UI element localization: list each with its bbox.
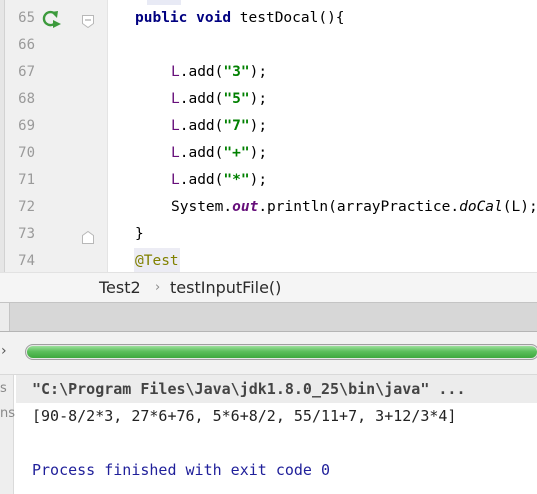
panel-splitter[interactable] (0, 302, 537, 332)
code-line-69[interactable]: 69 L.add("7"); (0, 113, 537, 140)
breadcrumb-method[interactable]: testInputFile() (170, 273, 281, 303)
breadcrumb-class[interactable]: Test2 (99, 273, 141, 303)
line-number: 67 (18, 64, 35, 80)
fold-end-icon[interactable] (82, 229, 94, 244)
run-console[interactable]: s ns "C:\Program Files\Java\jdk1.8.0_25\… (0, 375, 537, 494)
code-line-65[interactable]: 65 public void testDocal(){ (0, 5, 537, 32)
line-number: 73 (18, 226, 35, 242)
test-progress-fill (27, 346, 537, 358)
line-number: 65 (18, 10, 35, 26)
run-test-icon[interactable] (40, 10, 62, 28)
code-line-66[interactable]: 66 (0, 32, 537, 59)
console-exit-message: Process finished with exit code 0 (32, 461, 331, 479)
code-text: @Test (135, 253, 179, 269)
code-text: L.add("3"); (171, 64, 268, 80)
code-line-73[interactable]: 73 } (0, 221, 537, 248)
code-text: L.add("5"); (171, 91, 268, 107)
test-progress-bar (25, 344, 537, 360)
console-command-line[interactable]: "C:\Program Files\Java\jdk1.8.0_25\bin\j… (32, 376, 465, 402)
splitter-notch (0, 303, 10, 331)
line-number: 70 (18, 145, 35, 161)
code-text: L.add("+"); (171, 145, 268, 161)
breadcrumb: Test2 › testInputFile() (0, 272, 537, 303)
line-number: 72 (18, 199, 35, 215)
strip-label: s (0, 381, 7, 396)
line-number: 66 (18, 37, 35, 53)
line-number: 68 (18, 91, 35, 107)
code-line-74[interactable]: 74 @Test (0, 248, 537, 272)
code-text: public void testDocal(){ (135, 10, 345, 26)
line-number: 74 (18, 253, 35, 269)
code-line-71[interactable]: 71 L.add("*"); (0, 167, 537, 194)
code-text: System.out.println(arrayPractice.doCal(L… (171, 199, 537, 215)
code-line-67[interactable]: 67 L.add("3"); (0, 59, 537, 86)
expand-tree-icon[interactable]: › (1, 343, 7, 359)
code-text: L.add("*"); (171, 172, 268, 188)
line-number: 71 (18, 172, 35, 188)
code-text: } (135, 226, 144, 242)
fold-marker-icon[interactable] (82, 13, 94, 29)
code-editor[interactable]: 65 public void testDocal(){ 66 67 L.add(… (0, 0, 537, 272)
code-line-72[interactable]: 72 System.out.println(arrayPractice.doCa… (0, 194, 537, 221)
code-line-68[interactable]: 68 L.add("5"); (0, 86, 537, 113)
run-panel-toolbar: › (0, 332, 537, 375)
console-side-strip: s ns (0, 375, 16, 494)
breadcrumb-separator-icon: › (155, 280, 161, 295)
code-text: L.add("7"); (171, 118, 268, 134)
console-output-line: [90-8/2*3, 27*6+76, 5*6+8/2, 55/11+7, 3+… (32, 407, 457, 425)
line-number: 69 (18, 118, 35, 134)
code-line-70[interactable]: 70 L.add("+"); (0, 140, 537, 167)
strip-label: ns (0, 406, 16, 421)
